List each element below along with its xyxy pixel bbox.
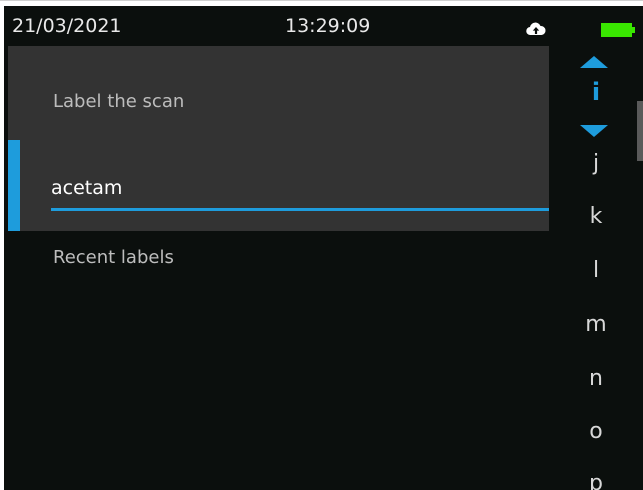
window-top-border (0, 0, 643, 1)
recent-labels-heading: Recent labels (53, 247, 174, 268)
triangle-up-icon[interactable] (580, 56, 608, 68)
picker-letter[interactable]: o (576, 419, 616, 444)
input-underline (51, 208, 549, 211)
picker-letter[interactable]: k (576, 204, 616, 229)
picker-letter[interactable]: m (576, 312, 616, 337)
cloud-upload-icon (526, 22, 546, 36)
picker-letter[interactable]: j (576, 151, 616, 176)
picker-letter[interactable]: l (576, 258, 616, 283)
picker-selected-letter[interactable]: i (576, 78, 616, 106)
triangle-down-icon[interactable] (580, 125, 608, 137)
letter-picker[interactable]: i j k l m n o p (566, 46, 634, 490)
label-dialog: Label the scan acetam (8, 46, 549, 231)
status-time: 13:29:09 (285, 15, 371, 37)
picker-letter[interactable]: p (576, 471, 616, 490)
status-date: 21/03/2021 (12, 15, 122, 37)
dialog-title: Label the scan (53, 91, 185, 112)
device-screen: 21/03/2021 13:29:09 Label the scan aceta… (4, 6, 643, 490)
battery-full-icon (601, 23, 635, 37)
scrollbar-thumb[interactable] (637, 101, 643, 161)
picker-letter[interactable]: n (576, 366, 616, 391)
label-input[interactable]: acetam (51, 177, 122, 199)
status-bar: 21/03/2021 13:29:09 (4, 6, 643, 46)
focus-indicator (8, 140, 20, 231)
